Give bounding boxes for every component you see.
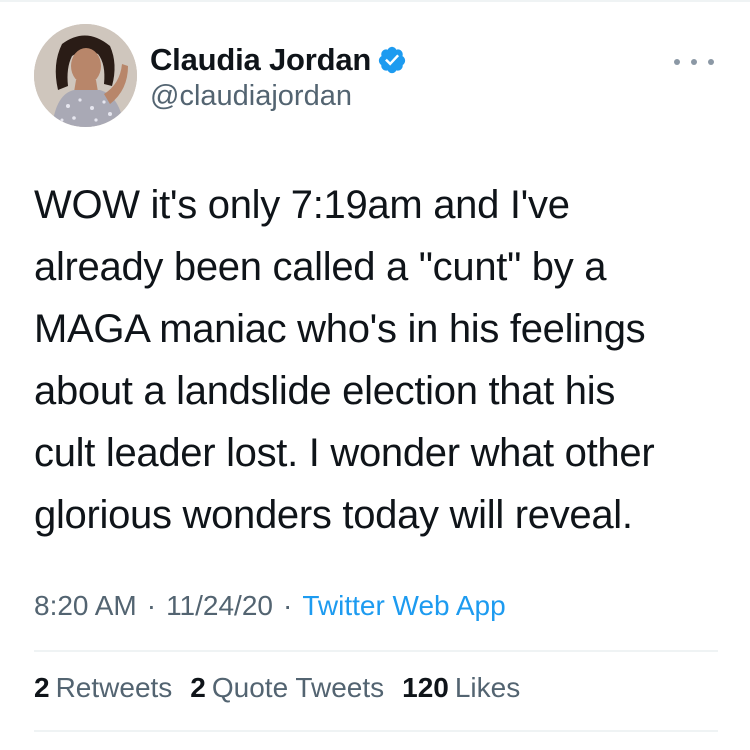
dot (708, 59, 714, 65)
engagement-stats: 2 Retweets 2 Quote Tweets 120 Likes (34, 672, 538, 704)
meta-separator: · (146, 590, 157, 621)
meta-separator: · (282, 590, 293, 621)
more-options-icon[interactable] (674, 52, 714, 72)
dot (674, 59, 680, 65)
display-name[interactable]: Claudia Jordan (150, 42, 371, 78)
tweet-time[interactable]: 8:20 AM (34, 590, 137, 622)
quote-tweets-count: 2 (190, 672, 206, 703)
retweets-stat[interactable]: 2 Retweets (34, 672, 172, 704)
top-divider (0, 0, 750, 2)
profile-photo (34, 24, 137, 127)
tweet-text: WOW it's only 7:19am and I've already be… (34, 183, 655, 537)
tweet-detail: Claudia Jordan @claudiajordan WOW it's o… (0, 0, 750, 750)
likes-label: Likes (454, 672, 521, 703)
author-handle[interactable]: @claudiajordan (150, 80, 352, 113)
divider (34, 730, 718, 732)
retweets-label: Retweets (55, 672, 173, 703)
verified-badge-icon (377, 45, 407, 75)
likes-stat[interactable]: 120 Likes (402, 672, 520, 704)
quote-tweets-label: Quote Tweets (211, 672, 385, 703)
tweet-date[interactable]: 11/24/20 (166, 590, 273, 622)
dot (691, 59, 697, 65)
author-name-row[interactable]: Claudia Jordan (150, 40, 407, 80)
retweets-count: 2 (34, 672, 50, 703)
divider (34, 650, 718, 652)
avatar[interactable] (34, 24, 137, 127)
tweet-source-link[interactable]: Twitter Web App (302, 590, 505, 622)
quote-tweets-stat[interactable]: 2 Quote Tweets (190, 672, 384, 704)
tweet-meta: 8:20 AM · 11/24/20 · Twitter Web App (34, 590, 506, 622)
likes-count: 120 (402, 672, 449, 703)
